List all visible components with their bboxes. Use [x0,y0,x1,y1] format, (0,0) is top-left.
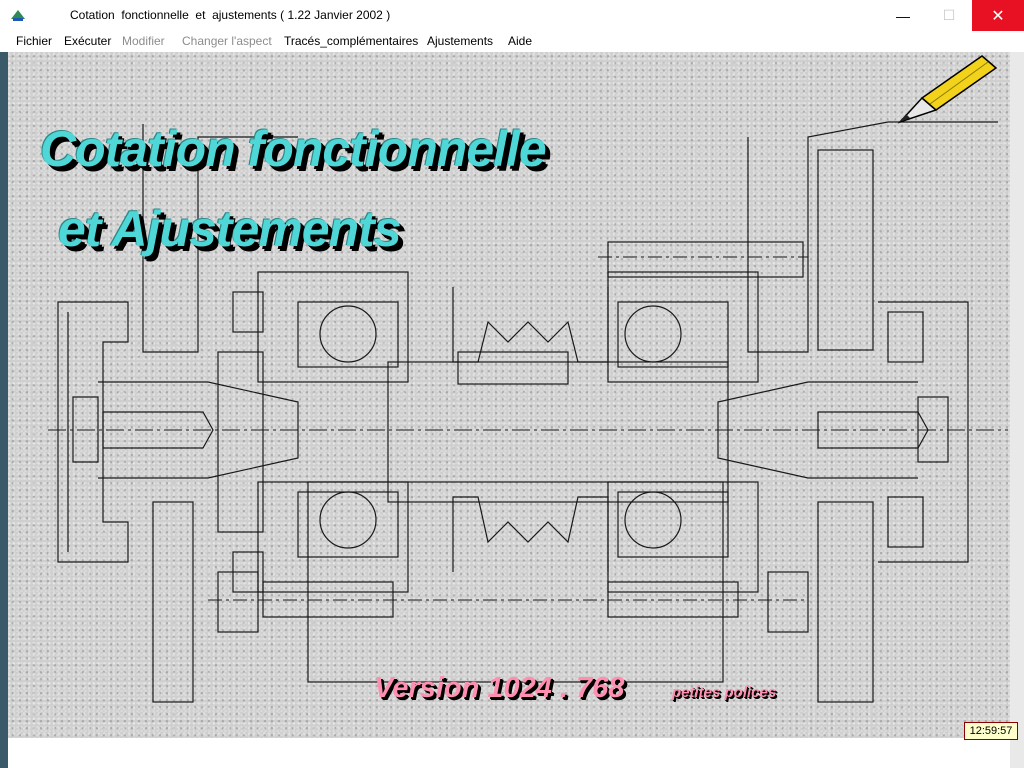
maximize-button[interactable]: ☐ [926,0,972,31]
window-bottom-edge [8,738,1010,768]
splash-title-line2: et Ajustements [58,201,402,257]
minimize-icon: — [896,7,910,24]
menu-bar: Fichier Exécuter Modifier Changer l'aspe… [0,31,1024,51]
splash-canvas[interactable]: Cotation fonctionnelle et Ajustements Ve… [8,52,1010,738]
version-note: petites polices [672,684,777,701]
version-label: Version 1024 . 768 [374,672,625,704]
title-bar: Cotation fonctionnelle et ajustements ( … [0,0,1024,31]
menu-traces-complementaires[interactable]: Tracés_complémentaires [284,34,418,48]
menu-changer-aspect[interactable]: Changer l'aspect [182,34,272,48]
menu-modifier[interactable]: Modifier [122,34,165,48]
window-title: Cotation fonctionnelle et ajustements ( … [70,8,391,22]
pencil-icon [897,55,998,124]
minimize-button[interactable]: — [880,0,926,31]
window-edge [1010,52,1024,768]
menu-ajustements[interactable]: Ajustements [427,34,493,48]
desktop-edge [0,52,8,768]
menu-executer[interactable]: Exécuter [64,34,111,48]
menu-fichier[interactable]: Fichier [16,34,52,48]
splash-title-line1: Cotation fonctionnelle [40,121,547,177]
clock-readout: 12:59:57 [964,722,1018,740]
app-icon [11,10,25,21]
menu-aide[interactable]: Aide [508,34,532,48]
maximize-icon: ☐ [942,7,956,23]
close-button[interactable]: ✕ [972,0,1024,31]
close-icon: ✕ [991,7,1005,25]
